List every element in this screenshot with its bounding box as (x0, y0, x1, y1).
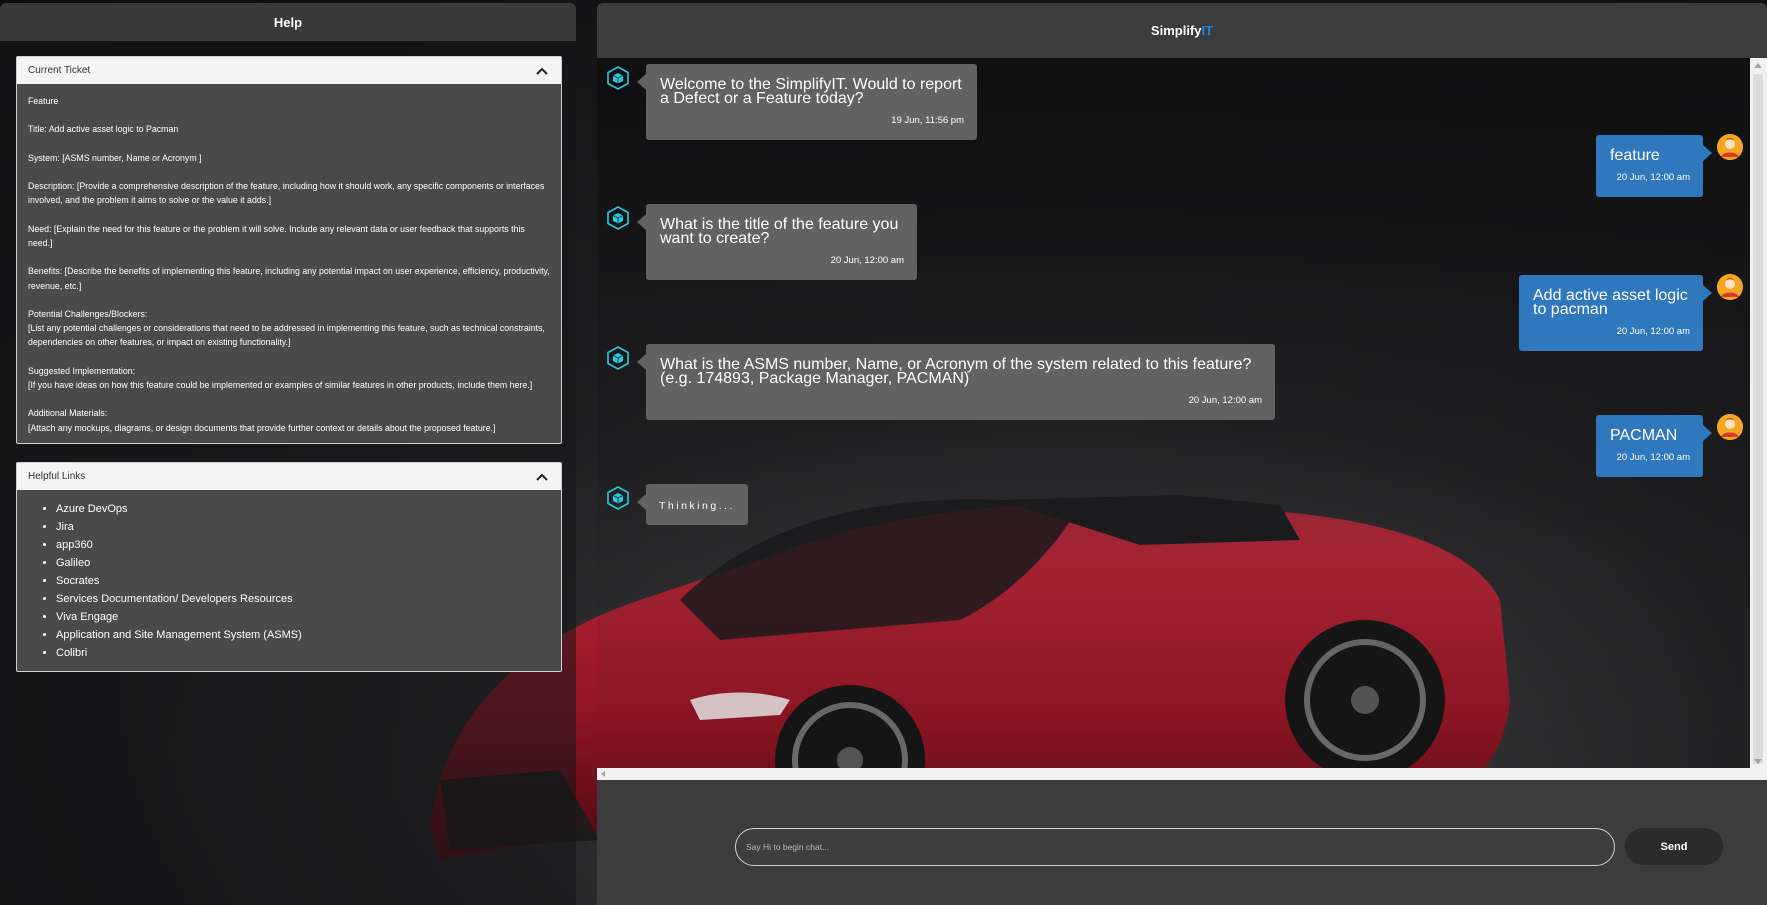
help-title: Help (273, 14, 303, 30)
helpful-links-card: Helpful Links Azure DevOps Jira app360 G… (16, 462, 562, 672)
bot-cube-icon (607, 66, 629, 90)
message-time: 20 Jun, 12:00 am (1616, 326, 1690, 337)
ticket-title: Title: Add active asset logic to Pacman (28, 124, 179, 135)
message-text: Add active asset logic to pacman (1533, 287, 1688, 318)
chat-header: SimplifyIT (597, 3, 1767, 58)
chevron-up-icon[interactable] (534, 469, 550, 485)
bot-thinking-message: Thinking... (637, 484, 748, 525)
ticket-system: System: [ASMS number, Name or Acronym ] (28, 152, 202, 163)
app-root: Help Current Ticket Feature Title: Add a… (0, 0, 1767, 905)
ticket-materials-label: Additional Materials: (28, 408, 108, 419)
ticket-challenges-label: Potential Challenges/Blockers: (28, 308, 148, 319)
user-message: feature 20 Jun, 12:00 am (1596, 135, 1712, 197)
user-avatar-icon (1717, 414, 1743, 440)
bot-cube-icon (607, 346, 629, 370)
user-message: PACMAN 20 Jun, 12:00 am (1596, 415, 1712, 477)
helpful-links-title: Helpful Links (28, 471, 86, 482)
message-text: feature (1610, 147, 1660, 164)
link-galileo[interactable]: Galileo (56, 554, 561, 572)
scroll-left-arrow-icon[interactable] (601, 771, 605, 777)
link-app360[interactable]: app360 (56, 536, 561, 554)
message-text: What is the title of the feature you wan… (660, 216, 899, 247)
helpful-links-list: Azure DevOps Jira app360 Galileo Socrate… (17, 490, 561, 671)
chat-input-bar: Send (597, 780, 1767, 905)
brand-accent: IT (1201, 23, 1214, 38)
scrollbar-thumb[interactable] (1753, 74, 1763, 764)
message-text: What is the ASMS number, Name, or Acrony… (660, 356, 1252, 387)
send-button[interactable]: Send (1625, 828, 1723, 865)
bot-message: What is the ASMS number, Name, or Acrony… (637, 344, 1275, 420)
message-text: Welcome to the SimplifyIT. Would to repo… (660, 76, 962, 107)
current-ticket-card: Current Ticket Feature Title: Add active… (16, 56, 562, 444)
link-colibri[interactable]: Colibri (56, 644, 561, 662)
ticket-implementation: Suggested Implementation: [If you have id… (28, 364, 550, 392)
help-panel-header: Help (0, 3, 576, 41)
link-azure-devops[interactable]: Azure DevOps (56, 500, 561, 518)
chat-message-area[interactable]: Welcome to the SimplifyIT. Would to repo… (597, 58, 1767, 780)
helpful-links-header[interactable]: Helpful Links (17, 463, 561, 490)
bot-cube-icon (607, 486, 629, 510)
current-ticket-title: Current Ticket (28, 65, 91, 76)
user-message: Add active asset logic to pacman 20 Jun,… (1519, 275, 1712, 351)
current-ticket-body: Feature Title: Add active asset logic to… (17, 84, 561, 443)
message-time: 19 Jun, 11:56 pm (891, 115, 964, 126)
bot-message: Welcome to the SimplifyIT. Would to repo… (637, 64, 977, 140)
user-avatar-icon (1717, 134, 1743, 160)
bot-cube-icon (607, 206, 629, 230)
message-time: 20 Jun, 12:00 am (1616, 172, 1690, 183)
ticket-description: Description: [Provide a comprehensive de… (28, 181, 545, 206)
ticket-benefits: Benefits: [Describe the benefits of impl… (28, 266, 550, 291)
ticket-materials-text: [Attach any mockups, diagrams, or design… (28, 422, 496, 433)
ticket-type: Feature (28, 96, 59, 106)
chat-vertical-scrollbar[interactable] (1750, 58, 1767, 780)
link-socrates[interactable]: Socrates (56, 572, 561, 590)
scroll-up-arrow-icon[interactable] (1754, 63, 1762, 68)
ticket-materials: Additional Materials: [Attach any mockups… (28, 406, 550, 434)
brand-title: SimplifyIT (1151, 23, 1213, 38)
ticket-implementation-text: [If you have ideas on how this feature c… (28, 379, 533, 390)
scroll-down-arrow-icon[interactable] (1754, 759, 1762, 764)
thinking-text: Thinking... (659, 500, 735, 512)
link-services-documentation[interactable]: Services Documentation/ Developers Resou… (56, 590, 561, 608)
message-text: PACMAN (1610, 427, 1678, 444)
chat-horizontal-scrollbar[interactable] (597, 768, 1750, 780)
message-time: 20 Jun, 12:00 am (830, 255, 904, 266)
brand-main: Simplify (1150, 23, 1202, 38)
link-asms[interactable]: Application and Site Management System (… (56, 626, 561, 644)
ticket-challenges: Potential Challenges/Blockers: [List any … (28, 307, 550, 350)
bot-message: What is the title of the feature you wan… (637, 204, 917, 280)
chat-message-input[interactable] (735, 828, 1615, 866)
ticket-implementation-label: Suggested Implementation: (28, 365, 136, 376)
user-avatar-icon (1717, 274, 1743, 300)
ticket-challenges-text: [List any potential challenges or consid… (28, 323, 545, 348)
chevron-up-icon[interactable] (534, 63, 550, 79)
message-time: 20 Jun, 12:00 am (1616, 452, 1690, 463)
link-jira[interactable]: Jira (56, 518, 561, 536)
current-ticket-header[interactable]: Current Ticket (17, 57, 561, 84)
link-viva-engage[interactable]: Viva Engage (56, 608, 561, 626)
ticket-need: Need: [Explain the need for this feature… (28, 223, 525, 248)
message-time: 20 Jun, 12:00 am (1188, 395, 1262, 406)
